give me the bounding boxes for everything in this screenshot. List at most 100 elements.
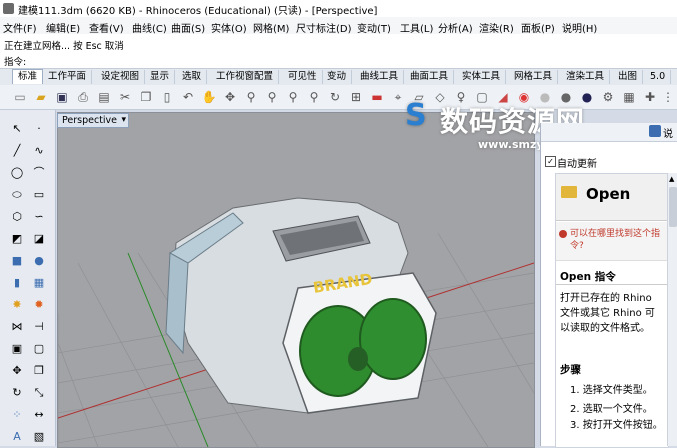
menu-surface[interactable]: 曲面(S) [171,20,205,35]
osnap-icon[interactable]: ⌖ [390,89,406,105]
zoom-selected-icon[interactable]: ⚲ [306,89,322,105]
print-icon[interactable]: ⎙ [75,89,91,105]
explode-icon[interactable]: ✹ [30,296,48,314]
arc-icon[interactable]: ⌒ [30,164,48,182]
grid-snap-icon[interactable]: ▦ [621,89,637,105]
zoom-icon[interactable]: ⚲ [243,89,259,105]
text-icon[interactable]: A [8,428,26,446]
tab-curve-tools[interactable]: 曲线工具 [355,70,405,84]
rotate-icon[interactable]: ↻ [327,89,343,105]
menu-mesh[interactable]: 网格(M) [253,20,289,35]
tab-viewport-layout[interactable]: 工作视窗配置 [211,70,280,84]
tab-set-view[interactable]: 设定视图 [96,70,146,84]
extrude-icon[interactable]: ◪ [30,230,48,248]
tab-display[interactable]: 显示 [145,70,176,84]
zoom-window-icon[interactable]: ⚲ [264,89,280,105]
scroll-up-icon[interactable]: ▲ [669,175,674,183]
auto-update-label: 自动更新 [557,159,597,170]
product-model [165,197,437,414]
menu-transform[interactable]: 变动(T) [357,20,391,35]
tab-mesh-tools[interactable]: 网格工具 [509,70,559,84]
help-scrollbar[interactable]: ▲ [667,173,677,446]
tab-surface-tools[interactable]: 曲面工具 [405,70,455,84]
menu-help[interactable]: 说明(H) [562,20,597,35]
properties-icon[interactable]: ▤ [96,89,112,105]
boolean-icon[interactable]: ✸ [8,296,26,314]
paste-icon[interactable]: ▯ [159,89,175,105]
menu-panels[interactable]: 面板(P) [521,20,555,35]
menu-solid[interactable]: 实体(O) [211,20,247,35]
cylinder-icon[interactable]: ▮ [8,274,26,292]
circle-icon[interactable]: ◯ [8,164,26,182]
copy-icon[interactable]: ❐ [138,89,154,105]
rotate-object-icon[interactable]: ↻ [8,384,26,402]
join-icon[interactable]: ⋈ [8,318,26,336]
tab-standard[interactable]: 标准 [12,69,44,84]
scale-icon[interactable]: ⤡ [30,384,48,402]
box-icon[interactable]: ■ [8,252,26,270]
sphere-icon[interactable]: ● [30,252,48,270]
menu-analyze[interactable]: 分析(A) [438,20,473,35]
command-prompt[interactable]: 指令: [4,54,26,68]
more-tools-icon[interactable]: ⋮ [660,89,676,105]
four-viewports-icon[interactable]: ⊞ [348,89,364,105]
tab-layout[interactable]: 出图 [613,70,644,84]
split-icon[interactable]: ⊣ [30,318,48,336]
tab-render-tools[interactable]: 渲染工具 [561,70,611,84]
tab-select[interactable]: 选取 [177,70,208,84]
point-icon[interactable]: · [30,120,48,138]
rectangle-icon[interactable]: ▭ [30,186,48,204]
dimension-icon[interactable]: ↔ [30,406,48,424]
pan-hand-icon[interactable]: ✋ [201,89,217,105]
tab-cplanes[interactable]: 工作平面 [43,70,93,84]
viewport-menu-arrow-icon[interactable]: ▾ [121,114,126,127]
menu-tools[interactable]: 工具(L) [400,20,433,35]
save-icon[interactable]: ▣ [54,89,70,105]
scroll-thumb[interactable] [669,187,677,227]
zoom-extents-icon[interactable]: ⚲ [285,89,301,105]
menu-edit[interactable]: 编辑(E) [46,20,80,35]
group-icon[interactable]: ▣ [8,340,26,358]
hatch-icon[interactable]: ▧ [30,428,48,446]
surface-corner-icon[interactable]: ◩ [8,230,26,248]
copy-object-icon[interactable]: ❐ [30,362,48,380]
ungroup-icon[interactable]: ▢ [30,340,48,358]
select-arrow-icon[interactable]: ↖ [8,120,26,138]
menu-render[interactable]: 渲染(R) [479,20,514,35]
move-icon[interactable]: ✥ [8,362,26,380]
curve-icon[interactable]: ∿ [30,142,48,160]
menu-dimension[interactable]: 尺寸标注(D) [296,20,352,35]
gumball-icon[interactable]: ✚ [642,89,658,105]
help-tab-icon[interactable] [649,125,661,137]
options-gear-icon[interactable]: ⚙ [600,89,616,105]
mesh-icon[interactable]: ▦ [30,274,48,292]
auto-update-checkbox[interactable]: ✓ [545,156,556,167]
car-icon[interactable]: ▬ [369,89,385,105]
find-command-link[interactable]: 可以在哪里找到这个指令? [570,228,664,252]
freeform-icon[interactable]: ∽ [30,208,48,226]
undo-icon[interactable]: ↶ [180,89,196,105]
tab-visibility[interactable]: 可见性 [283,70,323,84]
perspective-viewport[interactable]: BRAND [57,112,535,448]
help-tab-label[interactable]: 说 [663,125,673,140]
viewport-tab[interactable]: Perspective ▾ [57,113,129,128]
tab-v5[interactable]: 5.0 [645,70,672,84]
step-3: 3. 按打开文件按钮。 [570,420,663,431]
menu-view[interactable]: 查看(V) [89,20,124,35]
tab-transform[interactable]: 变动 [322,70,353,84]
array-icon[interactable]: ⁘ [8,406,26,424]
cut-icon[interactable]: ✂ [117,89,133,105]
tab-solid-tools[interactable]: 实体工具 [457,70,507,84]
menu-bar: 文件(F) 编辑(E) 查看(V) 曲线(C) 曲面(S) 实体(O) 网格(M… [0,17,677,35]
ellipse-icon[interactable]: ⬭ [8,186,26,204]
menu-file[interactable]: 文件(F) [3,20,37,35]
polygon-icon[interactable]: ⬡ [8,208,26,226]
polyline-icon[interactable]: ╱ [8,142,26,160]
viewport-scene: BRAND [58,197,534,447]
title-bar: 建模111.3dm (6620 KB) - Rhinoceros (Educat… [0,0,677,18]
open-folder-icon[interactable]: ▰ [33,89,49,105]
menu-curve[interactable]: 曲线(C) [132,20,167,35]
new-file-icon[interactable]: ▭ [12,89,28,105]
rotate-view-icon[interactable]: ✥ [222,89,238,105]
watermark-logo-icon: S [405,98,427,133]
